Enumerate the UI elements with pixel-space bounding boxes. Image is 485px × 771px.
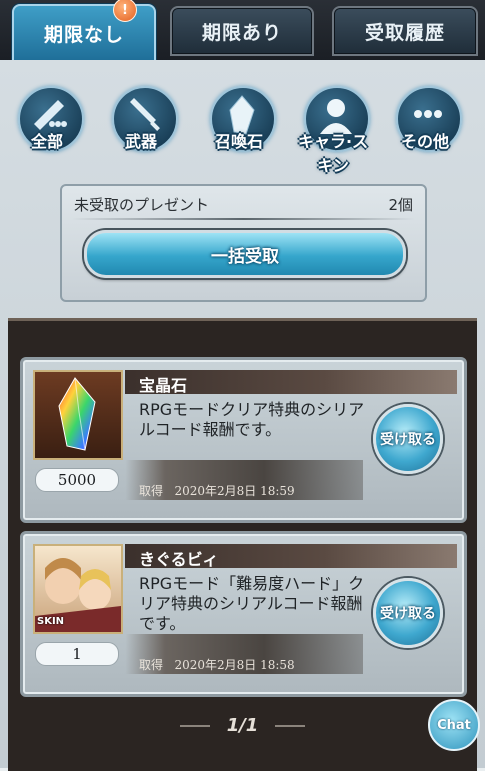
category-other[interactable]: その他: [382, 82, 468, 162]
list-item: きぐるビィ SKIN RPGモード「難易度ハード」クリア特典のシリアルコード報酬…: [20, 531, 467, 697]
category-summon-label: 召喚石: [214, 132, 263, 151]
chat-button[interactable]: Chat: [428, 699, 480, 751]
unclaimed-presents-count: 2個: [388, 196, 413, 214]
list-item: 宝晶石 RPGモードクリア特典のシリアルコード報酬です。 5000 取得 202…: [20, 357, 467, 523]
receive-button[interactable]: 受け取る: [373, 404, 443, 474]
tab-with-expiry-label: 期限あり: [201, 21, 282, 44]
unclaimed-presents-box: 未受取のプレゼント 2個 一括受取: [60, 184, 427, 302]
character-skin-icon: SKIN: [33, 544, 123, 634]
acquired-label: 取得: [139, 484, 164, 498]
category-all[interactable]: 全部: [4, 82, 90, 162]
present-list: 宝晶石 RPGモードクリア特典のシリアルコード報酬です。 5000 取得 202…: [8, 318, 480, 771]
main-area: 全部 武器 召喚石 キャラ·スキン その他 未受取のプレゼント 2個 一括受取 …: [0, 60, 485, 771]
tab-history[interactable]: 受取履歴: [332, 6, 478, 56]
category-summon[interactable]: 召喚石: [196, 82, 282, 162]
acquired-date: 2020年2月8日 18:59: [174, 484, 295, 498]
page-indicator: 1/1: [226, 715, 259, 736]
tab-with-expiry[interactable]: 期限あり: [170, 6, 314, 56]
category-filter: 全部 武器 召喚石 キャラ·スキン その他: [0, 82, 485, 175]
crystal-gem-icon: [33, 370, 123, 460]
next-page-arrow-icon[interactable]: [274, 725, 305, 727]
unclaimed-presents-title: 未受取のプレゼント: [74, 196, 210, 214]
category-character-skin-label: キャラ·スキン: [297, 132, 369, 175]
category-other-label: その他: [400, 132, 449, 151]
acquired-label: 取得: [139, 658, 164, 672]
divider: [72, 218, 415, 220]
item-description: RPGモードクリア特典のシリアルコード報酬です。: [139, 400, 365, 439]
item-quantity: 1: [35, 642, 119, 666]
item-acquired: 取得 2020年2月8日 18:58: [139, 656, 295, 673]
item-name: 宝晶石: [139, 376, 188, 395]
tab-history-label: 受取履歴: [364, 21, 445, 44]
item-description: RPGモード「難易度ハード」クリア特典のシリアルコード報酬です。: [139, 574, 365, 633]
tab-bar: 期限なし ! 期限あり 受取履歴: [0, 0, 485, 62]
receive-button[interactable]: 受け取る: [373, 578, 443, 648]
category-all-label: 全部: [30, 132, 63, 151]
bulk-receive-button[interactable]: 一括受取: [84, 230, 406, 278]
prev-page-arrow-icon[interactable]: [180, 725, 211, 727]
tab-no-expiry-label: 期限なし: [43, 23, 124, 46]
acquired-date: 2020年2月8日 18:58: [174, 658, 295, 672]
item-quantity: 5000: [35, 468, 119, 492]
category-character-skin[interactable]: キャラ·スキン: [290, 82, 376, 175]
skin-caption: SKIN: [37, 616, 65, 627]
item-name: きぐるビィ: [139, 550, 219, 569]
pagination: 1/1: [8, 715, 477, 736]
item-acquired: 取得 2020年2月8日 18:59: [139, 482, 295, 499]
category-weapon[interactable]: 武器: [98, 82, 184, 162]
category-weapon-label: 武器: [124, 132, 157, 151]
